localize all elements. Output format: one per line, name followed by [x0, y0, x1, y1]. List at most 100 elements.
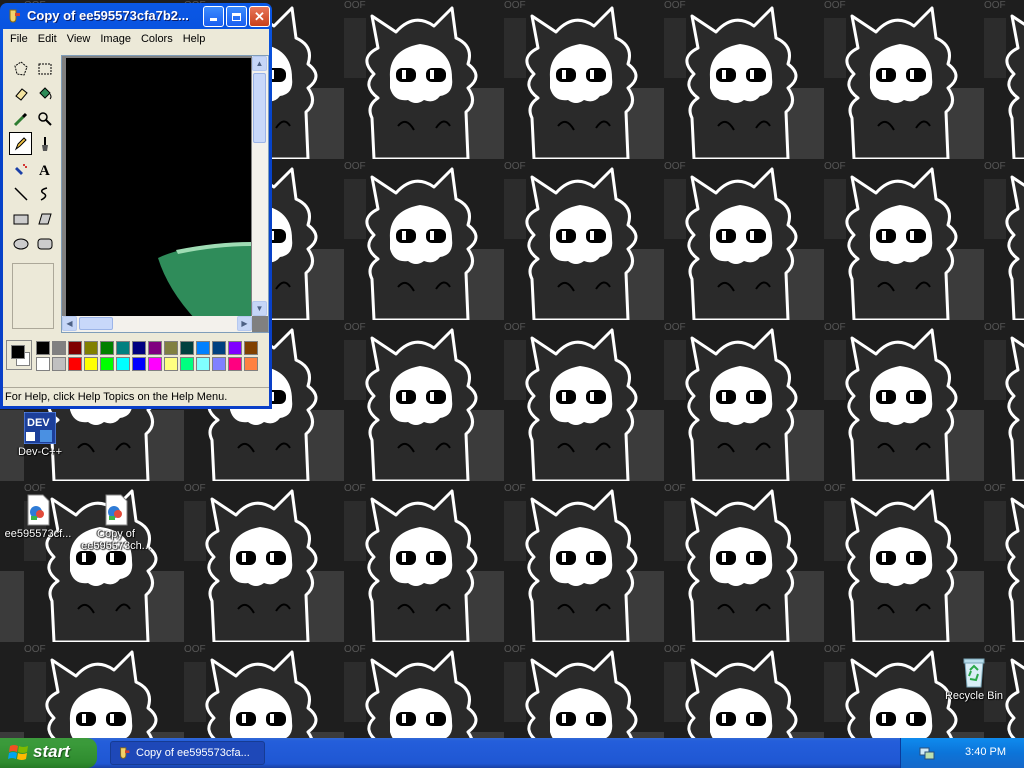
tool-rectangle[interactable] [9, 207, 32, 230]
tool-options-panel[interactable] [12, 263, 54, 329]
svg-text:A: A [39, 163, 50, 177]
maximize-button[interactable] [226, 6, 247, 27]
tool-curve[interactable] [33, 182, 56, 205]
vertical-scrollbar[interactable]: ▲ ▼ [252, 56, 268, 316]
desktop-icon-devcpp[interactable]: DEV Dev-C++ [0, 412, 80, 458]
clock[interactable]: 3:40 PM [965, 746, 1006, 758]
paint-app-icon [120, 747, 130, 759]
color-swatch[interactable] [148, 341, 162, 355]
fill-bucket-icon [38, 86, 51, 99]
text-icon: A [39, 163, 50, 177]
image-file-icon [27, 494, 50, 526]
tool-rect-select[interactable] [33, 57, 56, 80]
menu-bar: File Edit View Image Colors Help [3, 29, 269, 49]
color-swatch[interactable] [52, 357, 66, 371]
title-bar[interactable]: Copy of ee595573cfa7b2... ✕ [3, 3, 270, 29]
menu-help[interactable]: Help [178, 33, 211, 45]
desktop-icon-recycle-bin[interactable]: Recycle Bin [934, 656, 1014, 702]
color-swatch[interactable] [116, 341, 130, 355]
tool-airbrush[interactable] [9, 157, 32, 180]
color-swatch[interactable] [52, 341, 66, 355]
tool-eraser[interactable] [9, 82, 32, 105]
polygon-icon [37, 213, 52, 224]
ellipse-icon [13, 238, 28, 249]
tool-text[interactable]: A [33, 157, 56, 180]
menu-view[interactable]: View [62, 33, 96, 45]
recycle-bin-icon [963, 658, 985, 688]
color-swatch[interactable] [100, 341, 114, 355]
color-swatch[interactable] [244, 357, 258, 371]
color-swatch[interactable] [228, 341, 242, 355]
start-button[interactable]: start [0, 738, 97, 768]
devcpp-icon: DEV [24, 412, 56, 444]
close-button[interactable]: ✕ [249, 6, 270, 27]
color-swatch[interactable] [36, 341, 50, 355]
color-swatch[interactable] [212, 341, 226, 355]
color-swatch[interactable] [180, 341, 194, 355]
color-swatch[interactable] [100, 357, 114, 371]
color-swatch[interactable] [244, 341, 258, 355]
brush-icon [41, 136, 48, 151]
menu-edit[interactable]: Edit [33, 33, 62, 45]
desktop-icon-label: Dev-C++ [17, 446, 63, 458]
svg-text:DEV: DEV [27, 417, 50, 429]
color-swatch[interactable] [196, 341, 210, 355]
rounded-rect-icon [37, 238, 52, 249]
minimize-icon [210, 18, 217, 21]
color-palette [3, 337, 269, 375]
tool-ellipse[interactable] [9, 232, 32, 255]
color-swatch[interactable] [116, 357, 130, 371]
color-swatch[interactable] [164, 341, 178, 355]
scroll-down-button[interactable]: ▼ [252, 301, 267, 316]
color-swatch[interactable] [132, 341, 146, 355]
color-swatch[interactable] [164, 357, 178, 371]
close-icon: ✕ [254, 9, 265, 24]
horizontal-scroll-thumb[interactable] [79, 317, 113, 330]
tool-color-picker[interactable] [9, 107, 32, 130]
color-swatch[interactable] [68, 341, 82, 355]
color-indicator[interactable] [6, 340, 32, 370]
color-swatch[interactable] [68, 357, 82, 371]
pencil-icon [14, 136, 27, 150]
tool-fill[interactable] [33, 82, 56, 105]
horizontal-scrollbar[interactable]: ◀ ▶ [62, 316, 252, 332]
window-title: Copy of ee595573cfa7b2... [27, 8, 189, 23]
network-icon[interactable] [919, 745, 935, 761]
color-swatch[interactable] [84, 357, 98, 371]
menu-colors[interactable]: Colors [136, 33, 178, 45]
line-icon [13, 186, 28, 201]
desktop-icon-image-file[interactable]: ee595573cf... [0, 494, 78, 540]
windows-logo-icon [8, 745, 28, 760]
scroll-right-button[interactable]: ▶ [237, 316, 252, 331]
tool-line[interactable] [9, 182, 32, 205]
maximize-icon [232, 13, 241, 21]
minimize-button[interactable] [203, 6, 224, 27]
color-swatch[interactable] [132, 357, 146, 371]
color-swatch[interactable] [148, 357, 162, 371]
paint-window[interactable]: Copy of ee595573cfa7b2... ✕ File Edit Vi… [0, 3, 272, 409]
drawing-canvas[interactable] [66, 58, 251, 320]
color-swatch[interactable] [84, 341, 98, 355]
taskbar-button-paint[interactable]: Copy of ee595573cfa... [110, 741, 265, 765]
scroll-left-button[interactable]: ◀ [62, 316, 77, 331]
desktop-icon-copy-image-file[interactable]: Copy of ee595573ch... [76, 494, 156, 552]
taskbar-button-label: Copy of ee595573cfa... [136, 747, 250, 759]
tool-free-select[interactable] [9, 57, 32, 80]
tool-magnifier[interactable] [33, 107, 56, 130]
eraser-icon [14, 87, 28, 101]
tool-polygon[interactable] [33, 207, 56, 230]
vertical-scroll-thumb[interactable] [253, 73, 266, 143]
tool-brush[interactable] [33, 132, 56, 155]
color-swatch[interactable] [180, 357, 194, 371]
color-swatch[interactable] [212, 357, 226, 371]
color-swatch[interactable] [196, 357, 210, 371]
menu-file[interactable]: File [5, 33, 33, 45]
menu-image[interactable]: Image [95, 33, 136, 45]
desktop-icon-label: ee595573cf... [4, 528, 72, 540]
color-swatch[interactable] [228, 357, 242, 371]
tool-pencil[interactable] [9, 132, 32, 155]
taskbar: start Copy of ee595573cfa... 3:40 PM [0, 738, 1024, 768]
scroll-up-button[interactable]: ▲ [252, 56, 267, 71]
color-swatch[interactable] [36, 357, 50, 371]
tool-rounded-rect[interactable] [33, 232, 56, 255]
